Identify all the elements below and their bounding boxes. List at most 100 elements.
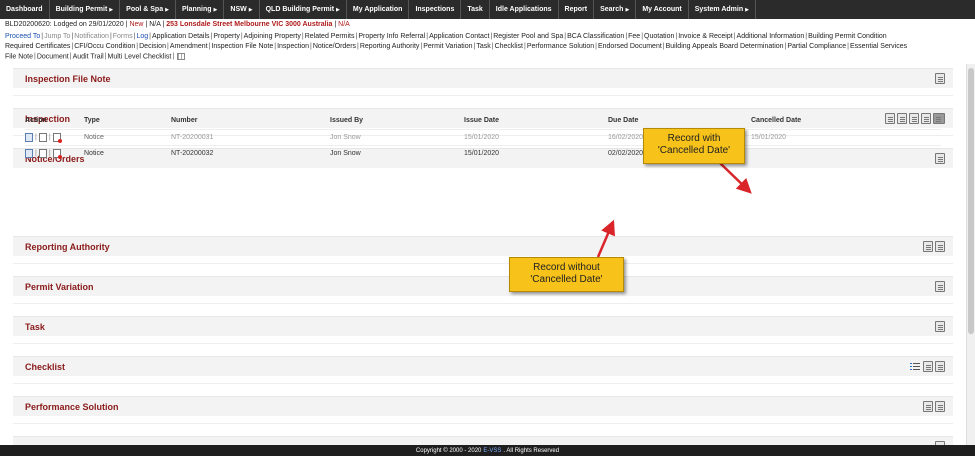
link-cfi-occu-condition[interactable]: CFI/Occu Condition xyxy=(74,43,135,50)
caret-right-icon: ▶ xyxy=(109,6,114,13)
document-icon[interactable] xyxy=(935,401,945,412)
edit-document-icon[interactable] xyxy=(923,401,933,412)
link-application-contact[interactable]: Application Contact xyxy=(429,33,489,40)
link-audit-trail[interactable]: Audit Trail xyxy=(73,53,104,60)
row-actions: | | xyxy=(25,149,62,159)
cell-type: Notice xyxy=(84,150,104,157)
link-proceed-to[interactable]: Proceed To xyxy=(5,33,40,40)
link-log[interactable]: Log xyxy=(136,33,148,40)
application-reference: BLD20200620: Lodged on 29/01/2020 xyxy=(5,21,124,28)
link-decision[interactable]: Decision xyxy=(139,43,166,50)
table-header: Action Type Number Issued By Issue Date … xyxy=(25,113,941,129)
link-building-permit-condition[interactable]: Building Permit Condition xyxy=(808,33,887,40)
column-header-due-date: Due Date xyxy=(608,117,639,124)
cell-issued-by: Jon Snow xyxy=(330,150,361,157)
nav-system-admin[interactable]: System Admin ▶ xyxy=(689,0,756,19)
delete-icon[interactable] xyxy=(52,133,62,143)
link-adjoining-property[interactable]: Adjoining Property xyxy=(244,33,301,40)
link-jump-to[interactable]: Jump To xyxy=(44,33,70,40)
link-performance-solution[interactable]: Performance Solution xyxy=(527,43,594,50)
document-icon[interactable] xyxy=(935,241,945,252)
column-header-issue-date: Issue Date xyxy=(464,117,500,124)
link-required-certificates[interactable]: Required Certificates xyxy=(5,43,70,50)
column-header-action: Action xyxy=(25,117,47,124)
link-document[interactable]: Document xyxy=(37,53,69,60)
view-icon[interactable] xyxy=(25,133,33,142)
row-actions: | | xyxy=(25,133,62,143)
link-permit-variation[interactable]: Permit Variation xyxy=(423,43,472,50)
nav-nsw[interactable]: NSW ▶ xyxy=(224,0,260,19)
link-notification[interactable]: Notification xyxy=(74,33,109,40)
document-icon[interactable] xyxy=(935,281,945,292)
nav-report[interactable]: Report xyxy=(559,0,595,19)
section-title: Checklist xyxy=(25,361,66,372)
cell-issued-by: Jon Snow xyxy=(330,134,361,141)
document-icon[interactable] xyxy=(935,321,945,332)
table-row[interactable]: | | Notice NT-20200031 Jon Snow 15/01/20… xyxy=(25,129,941,145)
link-building-appeals-board-determination[interactable]: Building Appeals Board Determination xyxy=(666,43,784,50)
section-inspection-file-note: Inspection File Note xyxy=(13,68,953,96)
nav-dashboard[interactable]: Dashboard xyxy=(0,0,50,19)
edit-icon[interactable] xyxy=(38,133,47,142)
nav-idle-applications[interactable]: Idle Applications xyxy=(490,0,559,19)
edit-document-icon[interactable] xyxy=(923,241,933,252)
link-essential-services[interactable]: Essential Services xyxy=(850,43,907,50)
nav-task[interactable]: Task xyxy=(461,0,490,19)
link-multi-level-checklist[interactable]: Multi Level Checklist xyxy=(108,53,172,60)
link-notice-orders[interactable]: Notice/Orders xyxy=(313,43,356,50)
link-amendment[interactable]: Amendment xyxy=(170,43,208,50)
edit-document-icon[interactable] xyxy=(923,361,933,372)
link-checklist[interactable]: Checklist xyxy=(495,43,523,50)
caret-right-icon: ▶ xyxy=(745,6,749,13)
cell-cancelled-date: 15/01/2020 xyxy=(751,134,787,141)
document-icon[interactable] xyxy=(935,73,945,84)
application-na: N/A xyxy=(149,21,161,28)
link-application-details[interactable]: Application Details xyxy=(152,33,210,40)
nav-inspections[interactable]: Inspections xyxy=(409,0,462,19)
link-task[interactable]: Task xyxy=(476,43,490,50)
link-related-permits[interactable]: Related Permits xyxy=(305,33,355,40)
cell-number: NT-20200032 xyxy=(171,150,214,157)
scrollbar-thumb[interactable] xyxy=(968,68,974,334)
link-file-note[interactable]: File Note xyxy=(5,53,33,60)
link-endorsed-document[interactable]: Endorsed Document xyxy=(598,43,662,50)
link-forms[interactable]: Forms xyxy=(113,33,133,40)
application-links-row-3: File Note|Document|Audit Trail|Multi Lev… xyxy=(5,53,186,60)
link-bca-classification[interactable]: BCA Classification xyxy=(567,33,624,40)
nav-qld-building-permit[interactable]: QLD Building Permit ▶ xyxy=(260,0,347,19)
link-reporting-authority[interactable]: Reporting Authority xyxy=(360,43,420,50)
cell-due-date: 02/02/2020 xyxy=(608,150,644,157)
view-icon[interactable] xyxy=(25,149,33,158)
cell-type: Notice xyxy=(84,134,104,141)
notice-orders-table: Action Type Number Issued By Issue Date … xyxy=(25,113,941,161)
application-na-2: N/A xyxy=(338,21,350,28)
link-inspection-file-note[interactable]: Inspection File Note xyxy=(211,43,273,50)
link-inspection[interactable]: Inspection xyxy=(277,43,309,50)
nav-building-permit[interactable]: Building Permit ▶ xyxy=(50,0,121,19)
list-icon[interactable] xyxy=(910,361,921,372)
nav-planning[interactable]: Planning ▶ xyxy=(176,0,225,19)
grid-icon[interactable] xyxy=(177,53,186,60)
section-task: Task xyxy=(13,316,953,344)
link-partial-compliance[interactable]: Partial Compliance xyxy=(787,43,846,50)
nav-pool-spa[interactable]: Pool & Spa ▶ xyxy=(120,0,176,19)
edit-icon[interactable] xyxy=(38,149,47,158)
link-invoice-receipt[interactable]: Invoice & Receipt xyxy=(678,33,732,40)
nav-my-application[interactable]: My Application xyxy=(347,0,410,19)
link-property[interactable]: Property xyxy=(213,33,239,40)
table-row[interactable]: | | Notice NT-20200032 Jon Snow 15/01/20… xyxy=(25,145,941,161)
delete-icon[interactable] xyxy=(52,149,62,159)
section-title: Task xyxy=(25,321,45,332)
link-quotation[interactable]: Quotation xyxy=(644,33,674,40)
nav-search[interactable]: Search ▶ xyxy=(594,0,637,19)
vertical-scrollbar[interactable] xyxy=(966,64,975,445)
nav-my-account[interactable]: My Account xyxy=(636,0,689,19)
cell-issue-date: 15/01/2020 xyxy=(464,150,500,157)
link-fee[interactable]: Fee xyxy=(628,33,640,40)
document-icon[interactable] xyxy=(935,361,945,372)
link-register-pool-and-spa[interactable]: Register Pool and Spa xyxy=(493,33,563,40)
link-property-info-referral[interactable]: Property Info Referral xyxy=(358,33,425,40)
link-additional-information[interactable]: Additional Information xyxy=(737,33,805,40)
caret-right-icon: ▶ xyxy=(336,6,340,13)
brand-link[interactable]: E-VSS xyxy=(483,448,501,454)
